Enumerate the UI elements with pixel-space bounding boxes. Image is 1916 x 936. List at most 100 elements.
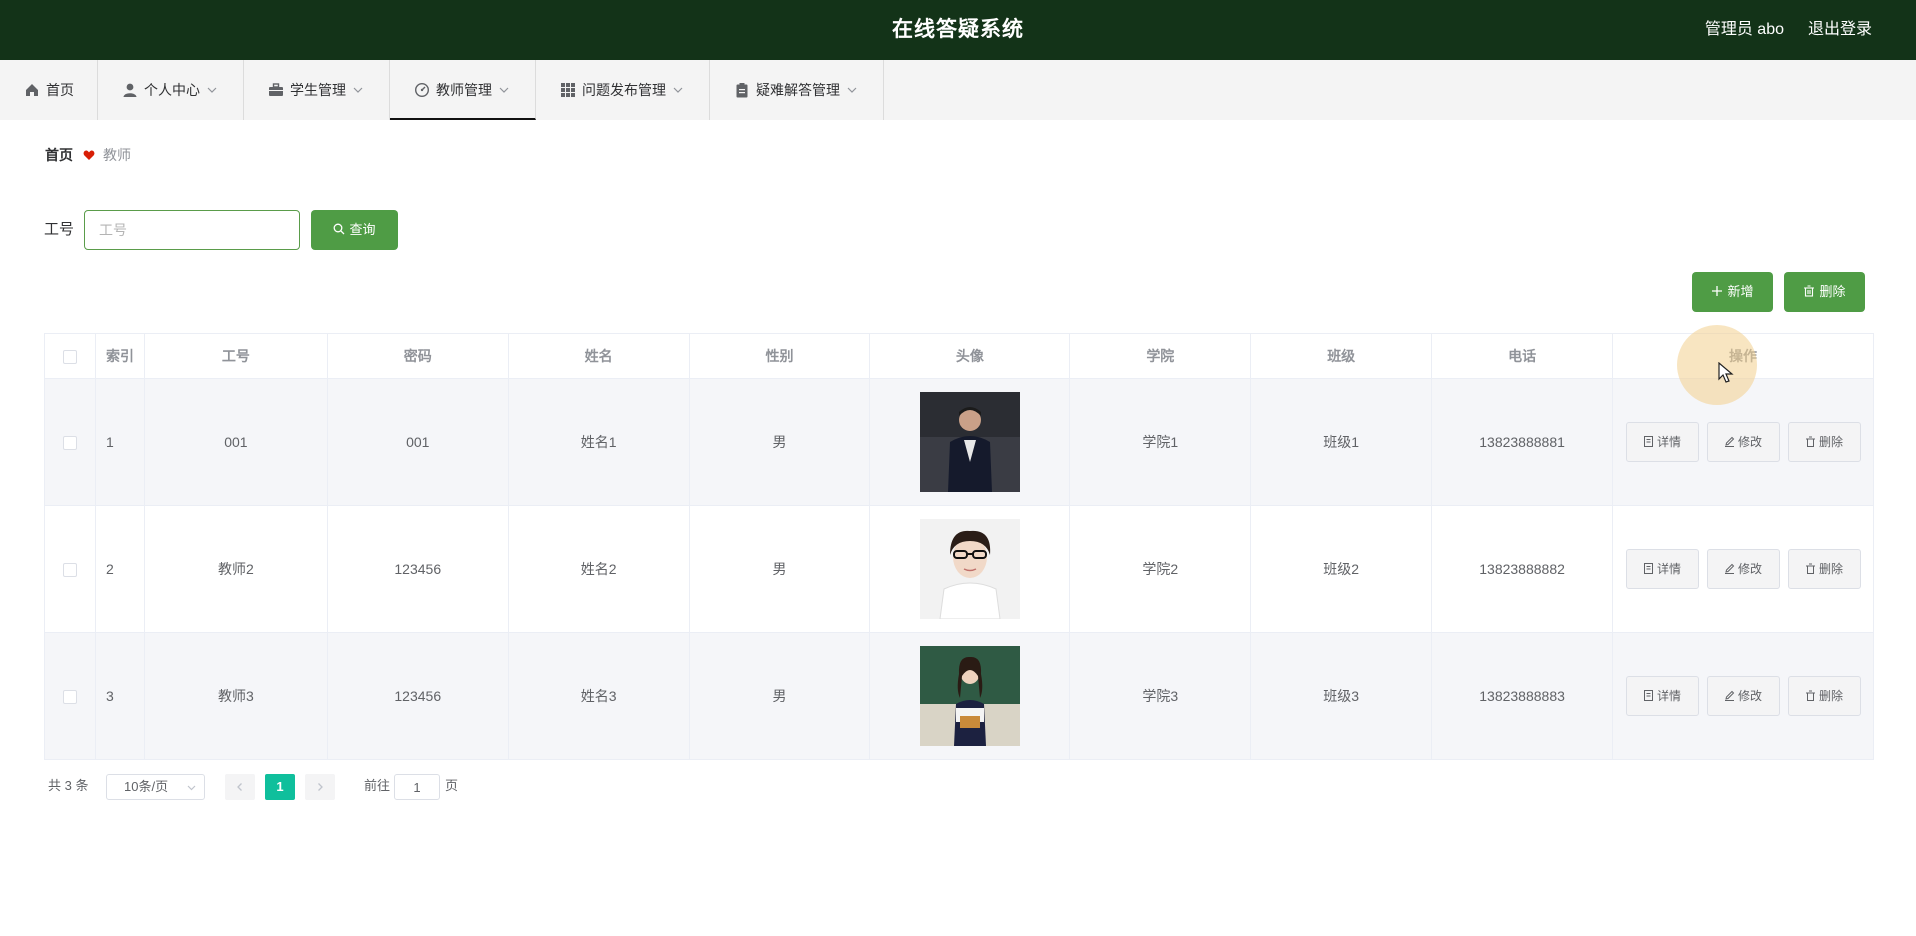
cell-password: 123456: [326, 632, 509, 760]
cell-actions: 详情 修改 删除: [1612, 378, 1874, 506]
column-header: 头像: [869, 333, 1071, 379]
nav-label: 问题发布管理: [582, 82, 666, 98]
nav-item-personal-center[interactable]: 个人中心: [98, 60, 244, 120]
row-checkbox[interactable]: [62, 690, 77, 705]
logout-link[interactable]: 退出登录: [1808, 0, 1872, 60]
cell-avatar: [869, 505, 1071, 633]
nav-label: 个人中心: [144, 82, 200, 98]
briefcase-icon: [269, 83, 283, 96]
trash-icon: [1806, 436, 1815, 447]
nav-label: 首页: [46, 82, 74, 98]
nav-item-teacher-management[interactable]: 教师管理: [390, 60, 536, 120]
cell-name: 姓名2: [507, 505, 690, 633]
search-input[interactable]: [84, 210, 300, 250]
delete-button[interactable]: 删除: [1787, 422, 1861, 462]
edit-button[interactable]: 修改: [1706, 676, 1780, 716]
cell-password: 001: [326, 378, 509, 506]
main-nav: 首页 个人中心 学生管理 教师管理 问题发布管理 疑难解答管理: [0, 60, 1916, 120]
cell-college: 学院2: [1069, 505, 1252, 633]
page-size-value: 10条/页: [124, 779, 169, 794]
column-header: 学院: [1069, 333, 1252, 379]
trash-icon: [1806, 563, 1815, 574]
table-row: 3 教师3 123456 姓名3 男 学院3 班级3 13823888883 详…: [44, 632, 1874, 760]
search-button-label: 查询: [349, 222, 376, 237]
avatar: [919, 519, 1020, 619]
cell-id: 教师3: [143, 632, 328, 760]
select-all-checkbox[interactable]: [62, 350, 77, 365]
row-checkbox-cell: [44, 378, 96, 506]
cell-name: 姓名1: [507, 378, 690, 506]
cell-class: 班级3: [1250, 632, 1433, 760]
chevron-down-icon: [187, 785, 196, 791]
search-button[interactable]: 查询: [311, 210, 398, 250]
user-icon: [123, 83, 137, 97]
cell-actions: 详情 修改 删除: [1612, 632, 1874, 760]
nav-label: 疑难解答管理: [756, 82, 840, 98]
column-header: 姓名: [507, 333, 690, 379]
delete-label: 删除: [1819, 689, 1844, 703]
edit-button[interactable]: 修改: [1706, 549, 1780, 589]
cell-id: 教师2: [143, 505, 328, 633]
detail-button[interactable]: 详情: [1625, 549, 1699, 589]
cell-gender: 男: [688, 632, 871, 760]
clipboard-icon: [736, 83, 748, 98]
breadcrumb-home[interactable]: 首页: [45, 130, 73, 180]
cell-class: 班级1: [1250, 378, 1433, 506]
edit-label: 修改: [1738, 689, 1763, 703]
page-number-current[interactable]: 1: [265, 774, 295, 800]
column-header: 索引: [94, 333, 145, 379]
batch-delete-button[interactable]: 删除: [1784, 272, 1865, 312]
goto-unit: 页: [445, 778, 459, 793]
edit-icon: [1725, 436, 1735, 447]
nav-item-question-publish[interactable]: 问题发布管理: [536, 60, 710, 120]
detail-button[interactable]: 详情: [1625, 676, 1699, 716]
row-checkbox[interactable]: [62, 436, 77, 451]
cell-actions: 详情 修改 删除: [1612, 505, 1874, 633]
nav-label: 教师管理: [436, 82, 492, 98]
edit-icon: [1725, 690, 1735, 701]
row-checkbox-cell: [44, 632, 96, 760]
next-page-button[interactable]: [305, 774, 335, 800]
detail-button[interactable]: 详情: [1625, 422, 1699, 462]
chevron-down-icon: [207, 87, 217, 93]
prev-page-button[interactable]: [225, 774, 255, 800]
goto-label: 前往: [364, 778, 391, 793]
add-button[interactable]: 新增: [1692, 272, 1773, 312]
top-header: 在线答疑系统 管理员 abo 退出登录: [0, 0, 1916, 60]
column-header: 密码: [326, 333, 509, 379]
batch-delete-label: 删除: [1819, 284, 1846, 299]
column-header: 电话: [1431, 333, 1614, 379]
document-icon: [1644, 690, 1653, 701]
chevron-right-icon: [318, 783, 323, 791]
row-checkbox-cell: [44, 505, 96, 633]
mouse-pointer-icon: [1718, 362, 1734, 383]
chevron-down-icon: [499, 87, 509, 93]
page-size-select[interactable]: 10条/页: [106, 774, 205, 800]
nav-label: 学生管理: [290, 82, 346, 98]
table-row: 1 001 001 姓名1 男 学院1 班级1 13823888881 详情 修改…: [44, 378, 1874, 506]
cell-gender: 男: [688, 505, 871, 633]
heart-icon: [83, 150, 95, 160]
cell-index: 1: [94, 378, 145, 506]
chevron-left-icon: [237, 783, 242, 791]
chevron-down-icon: [847, 87, 857, 93]
nav-item-answer-management[interactable]: 疑难解答管理: [710, 60, 884, 120]
header-checkbox-cell: [44, 333, 96, 379]
goto-page-input[interactable]: [394, 774, 440, 800]
edit-label: 修改: [1738, 435, 1763, 449]
edit-button[interactable]: 修改: [1706, 422, 1780, 462]
nav-item-student-management[interactable]: 学生管理: [244, 60, 390, 120]
cell-index: 2: [94, 505, 145, 633]
delete-label: 删除: [1819, 435, 1844, 449]
table-header-row: 索引 工号 密码 姓名 性别 头像 学院 班级 电话 操作: [44, 333, 1874, 379]
cell-gender: 男: [688, 378, 871, 506]
delete-button[interactable]: 删除: [1787, 676, 1861, 716]
column-header: 班级: [1250, 333, 1433, 379]
nav-item-home[interactable]: 首页: [0, 60, 98, 120]
row-checkbox[interactable]: [62, 563, 77, 578]
detail-label: 详情: [1657, 562, 1682, 576]
pagination-total: 共 3 条: [48, 778, 89, 793]
cell-password: 123456: [326, 505, 509, 633]
detail-label: 详情: [1657, 435, 1682, 449]
delete-button[interactable]: 删除: [1787, 549, 1861, 589]
